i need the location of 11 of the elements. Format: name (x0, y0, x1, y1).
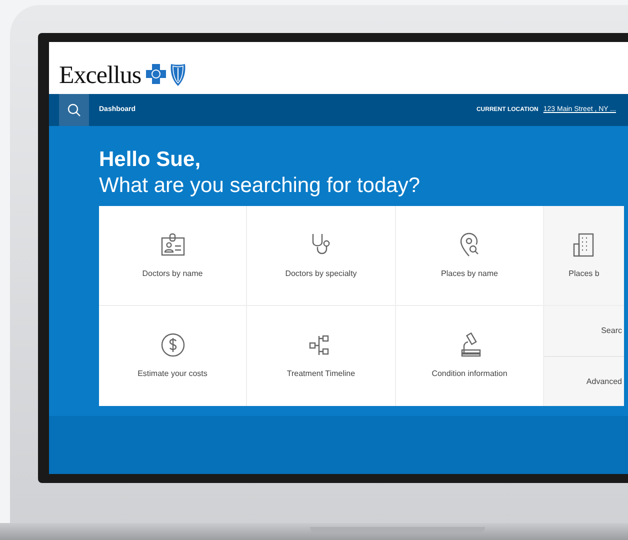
search-tile[interactable]: Places b (544, 206, 624, 306)
search-question: What are you searching for today? (99, 173, 422, 198)
id-card-icon (160, 232, 186, 258)
brand-logo-text: Excellus (59, 63, 142, 88)
search-tile[interactable]: Places by name (396, 206, 544, 306)
search-tile[interactable]: Doctors by specialty (247, 206, 396, 306)
search-tile[interactable]: Doctors by name (99, 206, 247, 306)
greeting-heading: Hello Sue, (99, 148, 202, 172)
search-button[interactable] (59, 94, 89, 126)
dollar-circle-icon (160, 332, 186, 358)
search-icon (67, 103, 81, 117)
